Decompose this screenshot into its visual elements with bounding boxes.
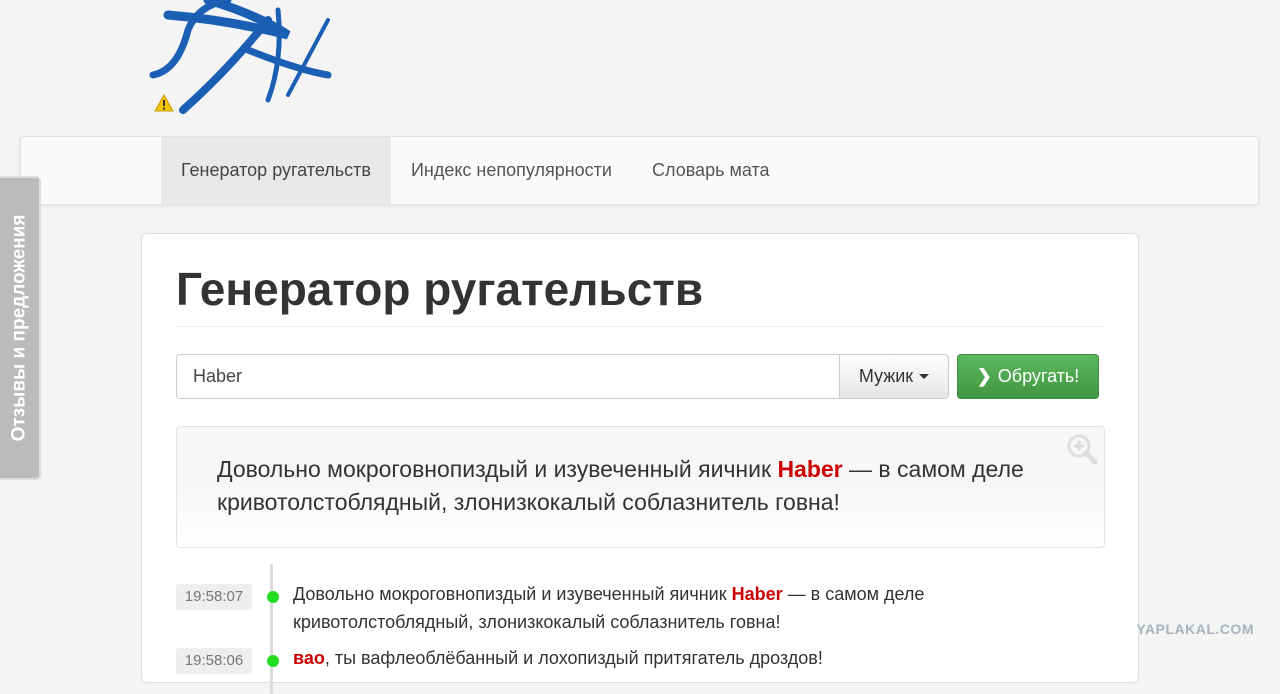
history-time: 19:58:06 [176,648,252,674]
warning-icon [154,94,174,112]
watermark: YAPLAKAL.COM [1136,621,1254,637]
insult-button[interactable]: ❯ Обругать! [957,354,1099,399]
result-text-start: Довольно мокроговнопиздый и изувеченный … [217,456,778,482]
history-time: 19:58:07 [176,584,252,610]
history-text: вао, ты вафлеоблёбанный и лохопиздый при… [293,644,983,674]
gender-dropdown[interactable]: Мужик [839,354,949,399]
history-dot [267,655,279,667]
site-logo[interactable] [148,0,338,120]
history-text: Довольно мокроговнопиздый и изувеченный … [293,580,983,636]
nav-item-generator[interactable]: Генератор ругательств [161,137,391,204]
feedback-tab[interactable]: Отзывы и предложения [0,176,41,480]
main-nav: Генератор ругательств Индекс непопулярно… [20,136,1259,205]
history-text-end: , ты вафлеоблёбанный и лохопиздый притяг… [324,648,823,668]
insult-button-label: Обругать! [997,366,1080,386]
name-input[interactable]: Haber [176,354,840,399]
result-box: Довольно мокроговнопиздый и изувеченный … [176,426,1105,548]
history-item: 19:58:07 Довольно мокроговнопиздый и изу… [176,580,983,636]
nav-item-dictionary[interactable]: Словарь мата [632,137,790,204]
feedback-tab-label: Отзывы и предложения [8,214,30,442]
result-name: Haber [777,456,843,482]
divider [176,326,1104,327]
history-dot [267,591,279,603]
history-item: 19:58:06 вао, ты вафлеоблёбанный и лохоп… [176,644,983,674]
generator-card: Генератор ругательств Haber Мужик ❯ Обруг… [141,233,1139,694]
history-name: вао [293,648,325,668]
caret-down-icon [919,374,930,379]
chevron-right-icon: ❯ [976,366,992,386]
page-title: Генератор ругательств [176,263,704,315]
gender-label: Мужик [858,366,914,386]
history-name: Haber [731,584,783,604]
history-text-start: Довольно мокроговнопиздый и изувеченный … [293,584,732,604]
zoom-in-icon[interactable] [1066,433,1098,465]
nav-item-unpopularity-index[interactable]: Индекс непопулярности [391,137,632,204]
